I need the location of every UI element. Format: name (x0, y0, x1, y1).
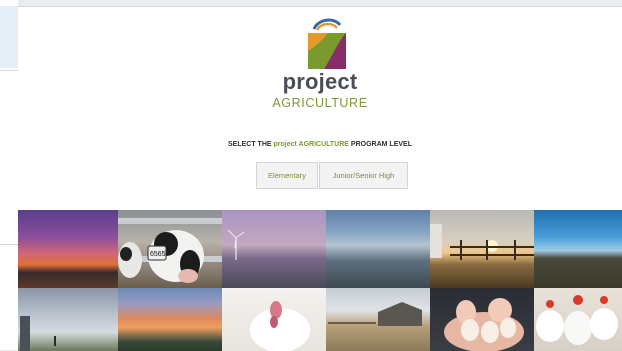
gallery-photo-misty-valley[interactable] (326, 210, 430, 288)
gallery-photo-old-barn[interactable] (326, 288, 430, 351)
project-agriculture-logo-icon (308, 18, 346, 69)
wind-turbine-icon (227, 229, 245, 260)
gallery-photo-farmstead[interactable] (18, 288, 118, 351)
gallery-photo-turkey[interactable] (222, 288, 326, 351)
elementary-button[interactable]: Elementary (256, 162, 318, 189)
backdrop-divider (0, 244, 18, 245)
calves-illustration-icon: 6565 (118, 218, 222, 283)
old-barn-icon (328, 302, 422, 326)
gallery-photo-orange-clouds[interactable] (118, 288, 222, 351)
gallery-photo-eggs[interactable] (430, 288, 534, 351)
brand-title: project (282, 69, 358, 94)
chickens-icon (536, 295, 618, 345)
prompt-highlight: project AGRICULTURE (273, 141, 349, 148)
backdrop-divider (0, 70, 18, 71)
photo-gallery: 6565 (18, 210, 622, 351)
junior-senior-high-button[interactable]: Junior/Senior High (319, 162, 408, 189)
level-button-group: Elementary Junior/Senior High (256, 162, 408, 189)
hands-eggs-icon (444, 298, 524, 351)
gallery-photo-wind-turbine[interactable] (222, 210, 326, 288)
farmstead-silo-icon (20, 316, 56, 351)
gallery-photo-purple-sunset[interactable] (18, 210, 118, 288)
prompt-suffix: PROGRAM LEVEL (348, 141, 412, 148)
select-level-prompt: SELECT THE project AGRICULTURE PROGRAM L… (18, 141, 622, 148)
program-level-window: project AGRICULTURE SELECT THE project A… (18, 6, 622, 351)
gallery-photo-calves[interactable]: 6565 (118, 210, 222, 288)
gallery-photo-barn-sunset[interactable] (430, 210, 534, 288)
prompt-prefix: SELECT THE (228, 141, 274, 148)
turkey-icon (250, 301, 310, 351)
cow-ear-tag: 6565 (150, 251, 166, 258)
gallery-photo-blue-sky[interactable] (534, 210, 622, 288)
brand-subtitle: AGRICULTURE (272, 96, 368, 110)
barn-fence-icon (430, 218, 534, 260)
gallery-photo-chickens[interactable] (534, 288, 622, 351)
backdrop-band (0, 6, 18, 68)
